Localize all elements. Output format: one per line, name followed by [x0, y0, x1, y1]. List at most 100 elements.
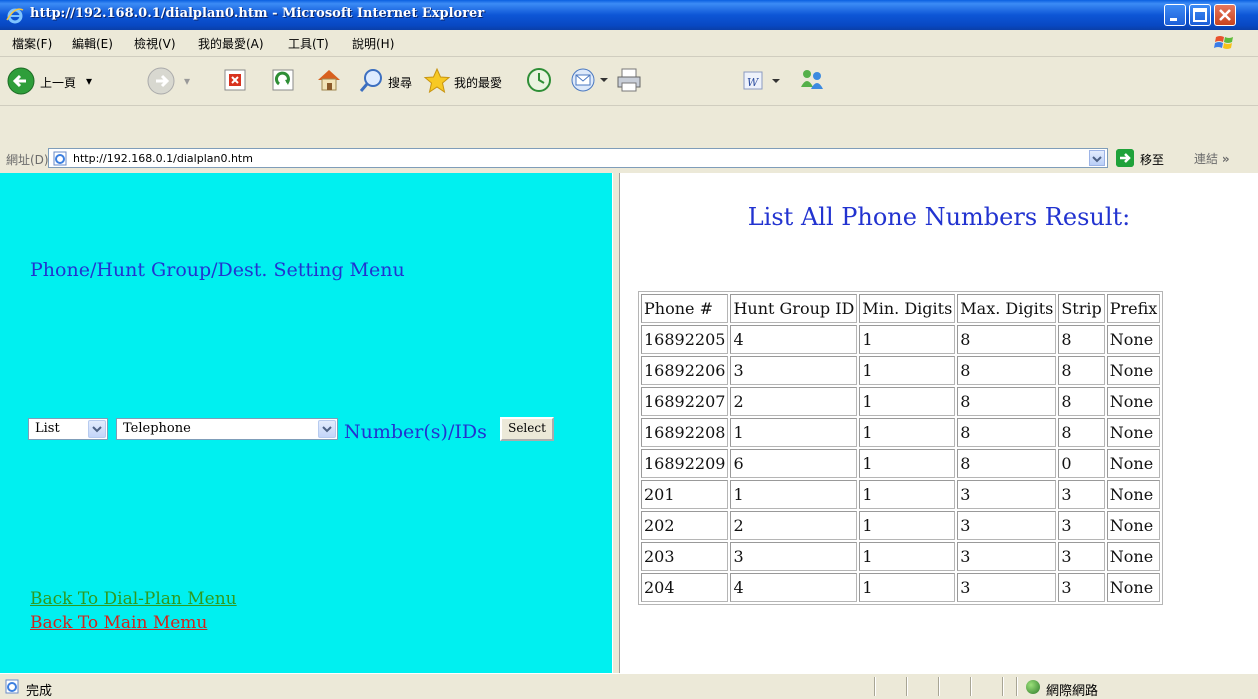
messenger-icon[interactable]: [796, 65, 830, 97]
menu-tools[interactable]: 工具(T): [288, 35, 329, 52]
action-select[interactable]: List: [28, 418, 108, 440]
table-cell: None: [1106, 387, 1161, 416]
table-cell: 16892206: [641, 356, 729, 385]
links-label: 連結: [1194, 152, 1219, 166]
left-frame: Phone/Hunt Group/Dest. Setting Menu List…: [0, 173, 612, 673]
minimize-button[interactable]: [1164, 4, 1186, 26]
menu-heading: Phone/Hunt Group/Dest. Setting Menu: [30, 259, 405, 281]
minimize-icon: [1170, 18, 1177, 21]
table-cell: 8: [1058, 418, 1105, 447]
page-icon: [5, 679, 19, 694]
back-arrow-icon: [7, 67, 35, 95]
table-cell: 8: [957, 325, 1057, 354]
table-row: 16892205 4 1 8 8 None: [641, 325, 1161, 354]
menu-bar: 檔案(F) 編輯(E) 檢視(V) 我的最愛(A) 工具(T) 說明(H): [0, 30, 1258, 57]
table-cell: 203: [641, 542, 729, 571]
internet-explorer-icon: [6, 8, 24, 24]
go-button[interactable]: 移至: [1114, 148, 1178, 170]
search-button[interactable]: 搜尋: [358, 65, 420, 97]
close-button[interactable]: [1214, 4, 1236, 26]
table-cell: 3: [957, 573, 1057, 602]
table-row: 204 4 1 3 3 None: [641, 573, 1161, 602]
table-cell: 3: [1058, 542, 1105, 571]
svg-text:W: W: [747, 76, 760, 89]
table-cell: 16892207: [641, 387, 729, 416]
table-cell: 3: [1058, 573, 1105, 602]
table-cell: None: [1106, 511, 1161, 540]
chevron-down-icon: [1092, 156, 1102, 163]
menu-view[interactable]: 檢視(V): [134, 35, 176, 52]
column-header: Prefix: [1106, 294, 1161, 323]
phone-numbers-table: Phone # Hunt Group ID Min. Digits Max. Digi…: [638, 291, 1164, 605]
table-cell: 16892205: [641, 325, 729, 354]
address-url: http://192.168.0.1/dialplan0.htm: [73, 152, 253, 165]
maximize-icon: [1193, 8, 1207, 22]
table-cell: 2: [730, 511, 858, 540]
table-cell: 3: [730, 542, 858, 571]
type-select-value: Telephone: [123, 421, 191, 436]
window-title: http://192.168.0.1/dialplan0.htm - Micro…: [30, 6, 485, 21]
star-icon: [423, 67, 451, 94]
menu-file[interactable]: 檔案(F): [12, 35, 52, 52]
table-cell: 1: [859, 418, 956, 447]
address-dropdown-icon[interactable]: [1089, 150, 1105, 166]
menu-help[interactable]: 說明(H): [352, 35, 394, 52]
table-row: 203 3 1 3 3 None: [641, 542, 1161, 571]
maximize-button[interactable]: [1189, 4, 1211, 26]
result-title: List All Phone Numbers Result:: [747, 203, 1131, 231]
type-select[interactable]: Telephone: [116, 418, 338, 440]
table-cell: None: [1106, 542, 1161, 571]
favorites-button[interactable]: 我的最愛: [422, 65, 518, 97]
forward-arrow-icon: [147, 67, 175, 95]
table-row: 16892206 3 1 8 8 None: [641, 356, 1161, 385]
menu-favorites[interactable]: 我的最愛(A): [198, 35, 264, 52]
number-ids-label: Number(s)/IDs: [344, 421, 487, 443]
address-label: 網址(D): [6, 153, 49, 167]
links-toolbar[interactable]: 連結 »: [1194, 150, 1230, 167]
table-cell: 8: [957, 387, 1057, 416]
address-input[interactable]: http://192.168.0.1/dialplan0.htm: [48, 148, 1108, 168]
table-cell: 1: [859, 449, 956, 478]
frame-splitter[interactable]: [612, 173, 620, 673]
forward-dropdown-icon[interactable]: ▾: [184, 74, 190, 88]
table-cell: 4: [730, 325, 858, 354]
back-to-dialplan-link[interactable]: Back To Dial-Plan Menu: [30, 589, 237, 609]
windows-logo-icon: [1214, 36, 1233, 49]
table-cell: 16892209: [641, 449, 729, 478]
status-divider: [970, 677, 972, 696]
standard-toolbar: 上一頁 ▾ ▾ 搜尋 我的最愛 W: [0, 57, 1258, 106]
status-bar: 完成 網際網路: [0, 673, 1258, 699]
table-cell: 8: [957, 449, 1057, 478]
column-header: Max. Digits: [957, 294, 1057, 323]
back-dropdown-icon[interactable]: ▾: [86, 74, 92, 88]
mail-icon[interactable]: [568, 65, 612, 97]
table-cell: 8: [1058, 356, 1105, 385]
go-label: 移至: [1140, 153, 1165, 167]
table-cell: 1: [859, 573, 956, 602]
table-cell: 1: [730, 418, 858, 447]
table-row: 202 2 1 3 3 None: [641, 511, 1161, 540]
home-icon[interactable]: [314, 65, 344, 97]
stop-icon[interactable]: [222, 65, 248, 97]
table-cell: 8: [957, 356, 1057, 385]
action-select-value: List: [35, 421, 60, 436]
word-edit-icon[interactable]: W: [740, 65, 784, 97]
print-icon[interactable]: [614, 65, 644, 97]
history-icon[interactable]: [524, 65, 554, 97]
refresh-icon[interactable]: [270, 65, 296, 97]
table-cell: 1: [859, 480, 956, 509]
page-icon: [53, 151, 67, 166]
table-row: 16892208 1 1 8 8 None: [641, 418, 1161, 447]
go-arrow-icon: [1116, 149, 1134, 167]
chevron-down-icon: [318, 420, 336, 438]
menu-edit[interactable]: 編輯(E): [72, 35, 113, 52]
table-cell: 1: [859, 542, 956, 571]
select-button[interactable]: Select: [500, 417, 554, 441]
status-divider: [938, 677, 940, 696]
table-cell: None: [1106, 325, 1161, 354]
column-header: Min. Digits: [859, 294, 956, 323]
window-titlebar[interactable]: http://192.168.0.1/dialplan0.htm - Micro…: [0, 0, 1258, 30]
back-to-main-link[interactable]: Back To Main Memu: [30, 613, 207, 633]
forward-button[interactable]: ▾: [146, 65, 196, 97]
back-button[interactable]: 上一頁 ▾: [6, 65, 116, 97]
